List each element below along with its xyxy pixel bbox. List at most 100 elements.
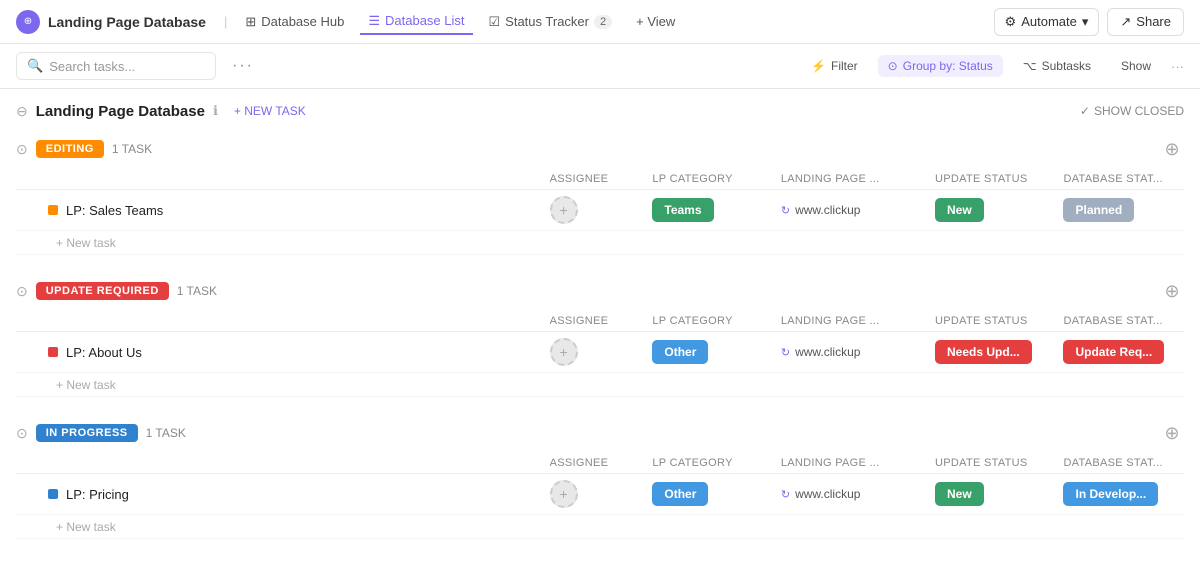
link-icon: ↻ <box>781 204 790 217</box>
update-required-task-count: 1 TASK <box>177 284 217 298</box>
task-db-status-cell: In Develop... <box>1055 474 1184 515</box>
editing-task-count: 1 TASK <box>112 142 152 156</box>
task-db-status-cell: Update Req... <box>1055 332 1184 373</box>
task-name-link[interactable]: LP: Pricing <box>66 487 129 502</box>
new-task-inline-button[interactable]: + New task <box>24 378 116 392</box>
share-button[interactable]: ↗ Share <box>1107 8 1184 36</box>
info-icon[interactable]: ℹ <box>213 103 218 119</box>
in-progress-add-task-icon[interactable]: ⊕ <box>1160 421 1184 445</box>
update-status-badge[interactable]: New <box>935 482 984 506</box>
col-update-0: UPDATE STATUS <box>927 169 1055 190</box>
lp-category-badge[interactable]: Other <box>652 340 708 364</box>
automate-icon: ⚙ <box>1005 14 1017 30</box>
editing-add-task-icon[interactable]: ⊕ <box>1160 137 1184 161</box>
page-title: Landing Page Database <box>48 14 206 30</box>
toolbar-right: ⚡ Filter ⊙ Group by: Status ⌥ Subtasks S… <box>801 55 1184 77</box>
group-by-button[interactable]: ⊙ Group by: Status <box>878 55 1003 77</box>
update-required-columns-row: ASSIGNEE LP CATEGORY LANDING PAGE ... UP… <box>16 311 1184 332</box>
task-status-icon <box>48 205 58 215</box>
assignee-avatar[interactable] <box>550 480 578 508</box>
landing-page-link[interactable]: ↻ www.clickup <box>781 203 919 217</box>
task-name-cell: LP: About Us <box>16 332 542 373</box>
task-name-link[interactable]: LP: Sales Teams <box>66 203 163 218</box>
database-title: Landing Page Database <box>36 103 205 120</box>
col-task-name <box>16 169 542 190</box>
assignee-avatar[interactable] <box>550 338 578 366</box>
database-status-badge[interactable]: In Develop... <box>1063 482 1158 506</box>
table-row: LP: About Us Other ↻ www.clickup <box>16 332 1184 373</box>
group-in-progress-header: ⊙ IN PROGRESS 1 TASK ⊕ <box>16 421 1184 445</box>
editing-columns-row: ASSIGNEE LP CATEGORY LANDING PAGE ... UP… <box>16 169 1184 190</box>
filter-icon: ⚡ <box>811 59 826 73</box>
task-update-status-cell: New <box>927 474 1055 515</box>
new-task-inline-button[interactable]: + New task <box>24 236 116 250</box>
lp-category-badge[interactable]: Other <box>652 482 708 506</box>
database-status-badge[interactable]: Update Req... <box>1063 340 1164 364</box>
col-task-name-3 <box>16 453 542 474</box>
col-task-name-2 <box>16 311 542 332</box>
db-collapse-icon[interactable]: ⊖ <box>16 103 28 120</box>
task-assignee-cell <box>542 474 645 515</box>
nav-status-tracker[interactable]: ☑ Status Tracker 2 <box>481 10 621 34</box>
database-status-badge[interactable]: Planned <box>1063 198 1134 222</box>
subtasks-button[interactable]: ⌥ Subtasks <box>1013 55 1101 77</box>
nav-database-list[interactable]: ☰ Database List <box>360 9 472 35</box>
toolbar-more-button[interactable]: ··· <box>224 53 262 79</box>
col-update-2: UPDATE STATUS <box>927 453 1055 474</box>
nav-database-hub[interactable]: ⊞ Database Hub <box>237 10 352 34</box>
app-icon: ⊕ <box>16 10 40 34</box>
lp-category-badge[interactable]: Teams <box>652 198 713 222</box>
automate-chevron-icon: ▾ <box>1082 14 1089 30</box>
nav-add-view[interactable]: + View <box>628 10 683 33</box>
task-name-container: LP: About Us <box>24 345 534 360</box>
filter-button[interactable]: ⚡ Filter <box>801 55 868 77</box>
col-landing-2: LANDING PAGE ... <box>773 453 927 474</box>
show-button[interactable]: Show <box>1111 55 1161 77</box>
update-required-collapse-icon[interactable]: ⊙ <box>16 283 28 300</box>
in-progress-collapse-icon[interactable]: ⊙ <box>16 425 28 442</box>
task-name-container: LP: Sales Teams <box>24 203 534 218</box>
task-db-status-cell: Planned <box>1055 190 1184 231</box>
col-landing-0: LANDING PAGE ... <box>773 169 927 190</box>
update-required-table: ASSIGNEE LP CATEGORY LANDING PAGE ... UP… <box>16 311 1184 397</box>
task-name-link[interactable]: LP: About Us <box>66 345 142 360</box>
col-update-1: UPDATE STATUS <box>927 311 1055 332</box>
update-status-badge[interactable]: New <box>935 198 984 222</box>
new-task-inline-cell: + New task <box>16 373 1184 397</box>
col-assignee-2: ASSIGNEE <box>542 453 645 474</box>
show-closed-button[interactable]: ✓ SHOW CLOSED <box>1080 104 1184 118</box>
automate-button[interactable]: ⚙ Automate ▾ <box>994 8 1100 36</box>
task-landing-cell: ↻ www.clickup <box>773 332 927 373</box>
database-list-icon: ☰ <box>368 13 380 29</box>
subtasks-icon: ⌥ <box>1023 59 1037 73</box>
col-lp-cat-2: LP CATEGORY <box>644 453 772 474</box>
in-progress-task-count: 1 TASK <box>146 426 186 440</box>
landing-page-link[interactable]: ↻ www.clickup <box>781 487 919 501</box>
update-required-add-task-icon[interactable]: ⊕ <box>1160 279 1184 303</box>
task-landing-cell: ↻ www.clickup <box>773 190 927 231</box>
new-task-button[interactable]: + NEW TASK <box>226 101 314 121</box>
toolbar: 🔍 Search tasks... ··· ⚡ Filter ⊙ Group b… <box>0 44 1200 89</box>
checkmark-icon: ✓ <box>1080 104 1090 118</box>
group-icon: ⊙ <box>888 59 898 73</box>
update-required-badge: UPDATE REQUIRED <box>36 282 169 300</box>
editing-table: ASSIGNEE LP CATEGORY LANDING PAGE ... UP… <box>16 169 1184 255</box>
task-lp-cat-cell: Other <box>644 332 772 373</box>
col-db-status-1: DATABASE STAT... <box>1055 311 1184 332</box>
task-status-icon <box>48 489 58 499</box>
update-status-badge[interactable]: Needs Upd... <box>935 340 1032 364</box>
top-nav-right: ⚙ Automate ▾ ↗ Share <box>994 8 1184 36</box>
col-lp-cat-0: LP CATEGORY <box>644 169 772 190</box>
status-tracker-badge: 2 <box>594 15 612 29</box>
in-progress-table: ASSIGNEE LP CATEGORY LANDING PAGE ... UP… <box>16 453 1184 539</box>
group-update-required: ⊙ UPDATE REQUIRED 1 TASK ⊕ ASSIGNEE LP C… <box>16 279 1184 397</box>
toolbar-options-icon[interactable]: ··· <box>1171 59 1184 74</box>
editing-collapse-icon[interactable]: ⊙ <box>16 141 28 158</box>
col-assignee-1: ASSIGNEE <box>542 311 645 332</box>
task-name-cell: LP: Sales Teams <box>16 190 542 231</box>
new-task-inline-cell: + New task <box>16 231 1184 255</box>
landing-page-link[interactable]: ↻ www.clickup <box>781 345 919 359</box>
assignee-avatar[interactable] <box>550 196 578 224</box>
new-task-inline-button[interactable]: + New task <box>24 520 116 534</box>
search-box[interactable]: 🔍 Search tasks... <box>16 52 216 80</box>
